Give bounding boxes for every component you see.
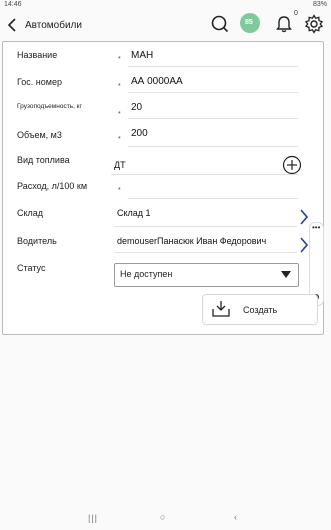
warehouse-underline xyxy=(114,226,297,227)
back-arrow-icon[interactable] xyxy=(4,16,20,34)
status-select-value: Не доступен xyxy=(120,269,173,279)
add-fuel-icon[interactable] xyxy=(282,155,302,175)
driver-field[interactable]: demouserПанасюк Иван Федорович xyxy=(117,236,266,246)
fuel-label: Вид топлива xyxy=(17,155,70,165)
name-underline xyxy=(128,66,298,67)
name-field[interactable]: МАН xyxy=(131,50,153,61)
volume-label: Объем, м3 xyxy=(17,130,62,140)
capacity-field[interactable]: 20 xyxy=(131,102,142,113)
search-icon[interactable] xyxy=(211,15,229,33)
user-badge[interactable]: 85 xyxy=(240,13,260,33)
capacity-label: Грузоподъемность, кг xyxy=(17,103,82,110)
warehouse-field[interactable]: Склад 1 xyxy=(117,208,151,218)
driver-label: Водитель xyxy=(17,236,57,246)
download-tray-icon xyxy=(212,301,230,317)
volume-underline xyxy=(128,146,298,147)
warehouse-label: Склад xyxy=(17,208,44,218)
system-nav-bar: ||| ○ ‹ xyxy=(0,507,331,530)
back-nav-icon[interactable]: ‹ xyxy=(234,512,237,522)
fuel-field[interactable]: ДТ xyxy=(114,160,126,170)
status-select[interactable]: Не доступен xyxy=(114,263,299,287)
dropdown-arrow-icon xyxy=(281,271,291,278)
consumption-underline xyxy=(128,198,298,199)
chevron-right-icon[interactable] xyxy=(300,237,308,253)
create-button[interactable]: Создать xyxy=(202,294,318,325)
driver-underline xyxy=(114,252,297,253)
required-mark: * xyxy=(118,111,121,118)
name-label: Название xyxy=(17,50,58,60)
status-label: Статус xyxy=(17,263,46,273)
notification-count: 0 xyxy=(294,10,298,17)
more-dots-icon: ••• xyxy=(312,223,321,232)
gear-icon[interactable] xyxy=(304,14,324,34)
required-mark: * xyxy=(118,136,121,143)
plate-label: Гос. номер xyxy=(17,77,62,87)
battery-level: 83% xyxy=(312,1,327,8)
page-title: Автомобили xyxy=(25,20,82,31)
required-mark: * xyxy=(118,83,121,90)
chevron-right-icon[interactable] xyxy=(300,209,308,225)
consumption-label: Расход, л/100 км xyxy=(17,181,88,191)
vehicle-form: Название * МАН Гос. номер * АА 0000АА Гр… xyxy=(2,41,324,335)
create-button-label: Создать xyxy=(243,305,278,315)
fuel-underline xyxy=(111,174,299,175)
status-bar: 14:46 83% xyxy=(0,0,331,10)
user-badge-label: 85 xyxy=(245,19,253,26)
bell-icon[interactable] xyxy=(276,15,292,33)
recent-apps-icon[interactable]: ||| xyxy=(88,513,98,523)
capacity-underline xyxy=(128,118,298,119)
plate-underline xyxy=(128,92,298,93)
required-mark: * xyxy=(118,56,121,63)
plate-field[interactable]: АА 0000АА xyxy=(131,76,183,87)
home-icon[interactable]: ○ xyxy=(160,512,165,522)
volume-field[interactable]: 200 xyxy=(131,128,148,139)
required-mark: * xyxy=(118,187,121,194)
clock: 14:46 xyxy=(4,1,22,8)
app-bar: Автомобили 85 0 xyxy=(0,10,331,40)
